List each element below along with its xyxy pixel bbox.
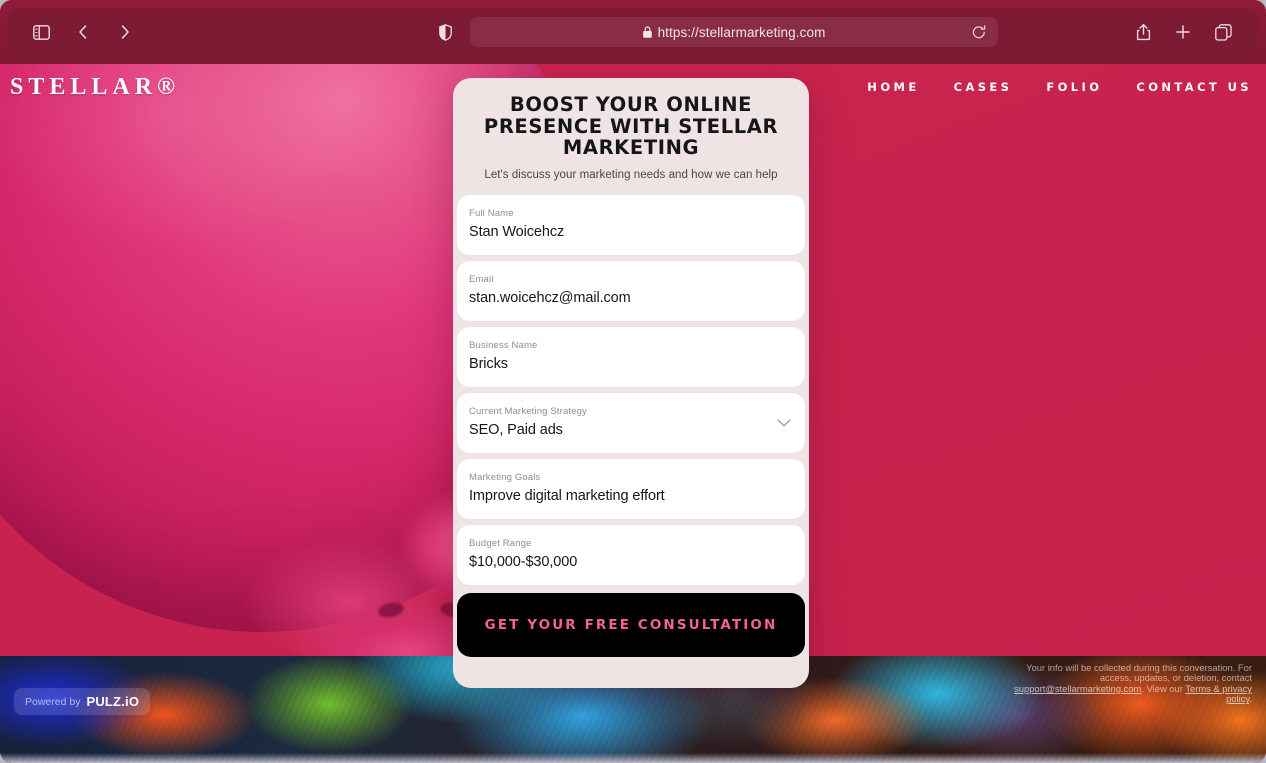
plus-icon[interactable] [1166, 16, 1200, 48]
url-text: https://stellarmarketing.com [657, 24, 826, 40]
address-bar[interactable]: https://stellarmarketing.com [470, 17, 998, 47]
field-email[interactable]: Email stan.woicehcz@mail.com [457, 260, 805, 321]
privacy-report-button[interactable] [428, 16, 462, 48]
field-label: Business Name [469, 339, 538, 351]
sidebar-toggle-icon[interactable] [24, 16, 58, 48]
chevron-down-icon[interactable] [777, 418, 791, 427]
disclaimer-text-part3: . [1249, 693, 1252, 705]
field-business-name[interactable]: Business Name Bricks [457, 326, 805, 387]
disclaimer-text-part1: Your info will be collected during this … [1026, 661, 1252, 684]
browser-toolbar: https://stellarmarketing.com [0, 0, 1266, 64]
toolbar-right-controls [1126, 16, 1250, 48]
lock-icon [642, 26, 652, 38]
form-card-header: BOOST YOUR ONLINE PRESENCE WITH STELLAR … [453, 78, 809, 195]
form-title: BOOST YOUR ONLINE PRESENCE WITH STELLAR … [483, 93, 779, 159]
full-name-input[interactable]: Stan Woicehcz [469, 223, 789, 241]
form-fields: Full Name Stan Woicehcz Email stan.woice… [453, 194, 809, 657]
page-viewport: STELLAR® HOME CASES FOLIO CONTACT US BOO… [0, 58, 1266, 763]
footer-fade [0, 753, 1266, 763]
field-current-marketing-strategy[interactable]: Current Marketing Strategy SEO, Paid ads [457, 392, 805, 453]
field-label: Budget Range [469, 537, 532, 549]
privacy-disclaimer: Your info will be collected during this … [1012, 661, 1252, 705]
field-label: Marketing Goals [469, 471, 541, 483]
nav-item-contact-us[interactable]: CONTACT US [1136, 80, 1252, 94]
reload-icon[interactable] [968, 21, 990, 43]
share-icon[interactable] [1126, 16, 1160, 48]
nav-item-folio[interactable]: FOLIO [1046, 80, 1102, 94]
powered-by-prefix: Powered by [25, 695, 81, 708]
browser-window: https://stellarmarketing.com STELLAR® HO… [0, 0, 1266, 763]
forward-arrow-icon[interactable] [108, 16, 142, 48]
nav-item-home[interactable]: HOME [867, 80, 919, 94]
field-full-name[interactable]: Full Name Stan Woicehcz [457, 194, 805, 255]
field-budget-range[interactable]: Budget Range $10,000-$30,000 [457, 524, 805, 585]
business-name-input[interactable]: Bricks [469, 355, 789, 373]
powered-by-badge[interactable]: Powered by PULZ.iO [14, 688, 151, 715]
tab-overview-icon[interactable] [1206, 16, 1240, 48]
powered-by-brand: PULZ.iO [86, 694, 140, 709]
disclaimer-text-part2: . View our [1141, 682, 1186, 694]
form-subtitle: Let's discuss your marketing needs and h… [484, 168, 778, 181]
field-label: Current Marketing Strategy [469, 405, 587, 417]
terms-privacy-policy-link[interactable]: Terms & privacy policy [1185, 683, 1252, 705]
nav-item-cases[interactable]: CASES [954, 80, 1013, 94]
privacy-shield-icon[interactable] [428, 16, 462, 48]
back-arrow-icon[interactable] [66, 16, 100, 48]
site-logo[interactable]: STELLAR® [10, 74, 180, 101]
marketing-goals-input[interactable]: Improve digital marketing effort [469, 487, 789, 505]
lead-form-card: BOOST YOUR ONLINE PRESENCE WITH STELLAR … [453, 78, 809, 688]
email-input[interactable]: stan.woicehcz@mail.com [469, 289, 789, 307]
marketing-strategy-select[interactable]: SEO, Paid ads [469, 421, 789, 439]
budget-range-input[interactable]: $10,000-$30,000 [469, 553, 789, 571]
main-navigation: HOME CASES FOLIO CONTACT US [867, 80, 1252, 94]
get-free-consultation-button[interactable]: GET YOUR FREE CONSULTATION [457, 592, 805, 657]
field-label: Email [469, 273, 494, 285]
toolbar-left-controls [16, 16, 142, 48]
support-email-link[interactable]: support@stellarmarketing.com [1014, 683, 1141, 694]
field-marketing-goals[interactable]: Marketing Goals Improve digital marketin… [457, 458, 805, 519]
field-label: Full Name [469, 207, 514, 219]
address-bar-content: https://stellarmarketing.com [642, 24, 826, 40]
